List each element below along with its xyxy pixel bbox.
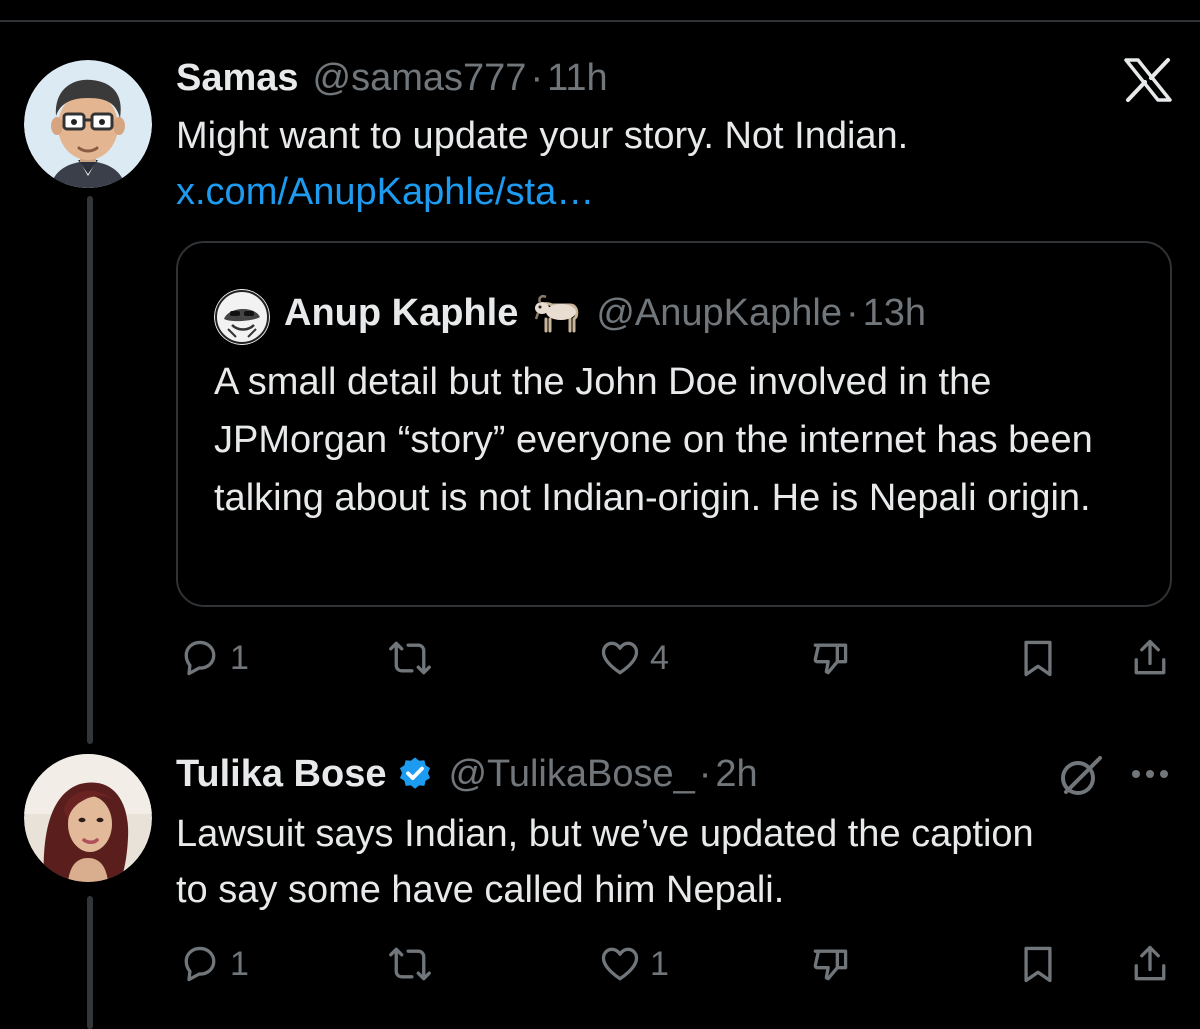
- bookmark-button[interactable]: [1016, 942, 1060, 986]
- timestamp[interactable]: 2h: [715, 752, 757, 796]
- quoted-author-handle[interactable]: @AnupKaphle: [596, 291, 842, 335]
- tweet-text: Might want to update your story. Not Ind…: [176, 115, 909, 157]
- separator-dot: ·: [530, 57, 544, 99]
- repost-icon: [389, 641, 431, 675]
- tweet-link[interactable]: x.com/AnupKaphle/sta…: [176, 164, 594, 220]
- quoted-tweet[interactable]: Anup Kaphle @AnupKaphle · 13h A small de…: [176, 241, 1172, 607]
- author-handle[interactable]: @samas777: [313, 56, 527, 100]
- share-button[interactable]: [1128, 636, 1172, 680]
- heart-icon: [601, 947, 639, 981]
- tweet-header: Samas @samas777 · 11h: [176, 56, 608, 100]
- timestamp[interactable]: 11h: [547, 56, 608, 100]
- bookmark-icon: [1024, 946, 1052, 983]
- share-icon: [1134, 639, 1166, 675]
- downvote-icon: [813, 949, 848, 981]
- bookmark-button[interactable]: [1016, 636, 1060, 680]
- repost-button[interactable]: [388, 942, 432, 986]
- downvote-icon: [813, 643, 848, 675]
- like-count: 1: [650, 944, 669, 983]
- quoted-header: Anup Kaphle @AnupKaphle · 13h: [284, 291, 926, 335]
- tweet-header: Tulika Bose @TulikaBose_ · 2h: [176, 752, 758, 796]
- heart-icon: [601, 641, 639, 675]
- quoted-timestamp[interactable]: 13h: [863, 291, 926, 335]
- like-count: 4: [650, 638, 669, 677]
- more-icon[interactable]: [1128, 764, 1172, 784]
- separator-dot: ·: [698, 753, 712, 795]
- reply-count: 1: [230, 638, 249, 677]
- tweet-text: Lawsuit says Indian, but we’ve updated t…: [176, 813, 1034, 911]
- reply-icon: [184, 946, 216, 982]
- avatar[interactable]: [24, 754, 152, 882]
- x-logo-icon[interactable]: [1124, 58, 1172, 102]
- downvote-button[interactable]: [808, 636, 852, 680]
- share-button[interactable]: [1128, 942, 1172, 986]
- downvote-button[interactable]: [808, 942, 852, 986]
- goat-emoji-icon: [535, 295, 579, 333]
- repost-button[interactable]: [388, 636, 432, 680]
- quoted-author-name[interactable]: Anup Kaphle: [284, 291, 518, 335]
- thread-line: [87, 896, 93, 1029]
- author-name[interactable]: Tulika Bose: [176, 752, 386, 796]
- verified-badge-icon[interactable]: [396, 755, 434, 793]
- quoted-avatar[interactable]: [214, 289, 270, 345]
- author-handle[interactable]: @TulikaBose_: [448, 752, 694, 796]
- reply-button[interactable]: 1: [178, 942, 249, 986]
- reply-icon: [184, 640, 216, 676]
- thread-line: [87, 196, 93, 744]
- top-divider: [0, 20, 1200, 22]
- author-name[interactable]: Samas: [176, 56, 299, 100]
- grok-icon[interactable]: [1056, 752, 1104, 800]
- separator-dot: ·: [845, 292, 859, 334]
- reply-button[interactable]: 1: [178, 636, 249, 680]
- avatar[interactable]: [24, 60, 152, 188]
- repost-icon: [389, 947, 431, 981]
- quoted-text: A small detail but the John Doe involved…: [214, 361, 1093, 519]
- reply-count: 1: [230, 944, 249, 983]
- share-icon: [1134, 945, 1166, 981]
- like-button[interactable]: 1: [598, 942, 669, 986]
- like-button[interactable]: 4: [598, 636, 669, 680]
- bookmark-icon: [1024, 640, 1052, 677]
